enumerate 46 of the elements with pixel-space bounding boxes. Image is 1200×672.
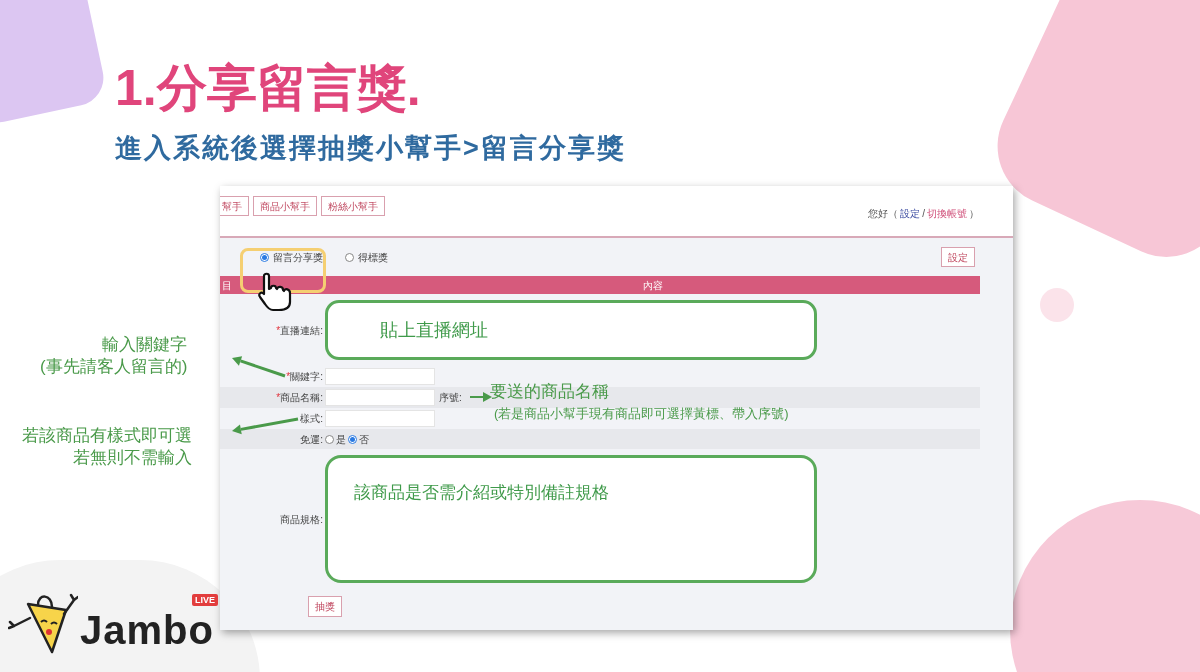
annotation-text: 若無則不需輸入 bbox=[73, 447, 192, 469]
separator-text: / bbox=[922, 207, 925, 221]
input-field[interactable] bbox=[325, 389, 435, 406]
radio-option[interactable]: 留言分享獎 bbox=[260, 249, 323, 265]
annotation-text: 輸入關鍵字 bbox=[102, 334, 188, 356]
annotation-text: 若該商品有樣式即可選 bbox=[22, 425, 192, 447]
nav-tab[interactable]: 幫手 bbox=[220, 196, 249, 216]
radio-button[interactable] bbox=[345, 252, 354, 262]
note-area: 該商品是否需介紹或特別備註規格 bbox=[325, 455, 817, 583]
note-box: 貼上直播網址 bbox=[325, 300, 817, 360]
switch-account-link[interactable]: 切換帳號 bbox=[927, 206, 967, 221]
field-label: *關鍵字: bbox=[285, 370, 324, 384]
logo-wordmark: Jambo bbox=[80, 608, 214, 652]
input-field[interactable] bbox=[325, 368, 435, 385]
radio-button[interactable] bbox=[348, 434, 357, 444]
live-badge: LIVE bbox=[191, 594, 218, 606]
annotation-text: (若是商品小幫手現有商品即可選擇黃標、帶入序號) bbox=[493, 405, 789, 423]
background-shape bbox=[1040, 288, 1074, 322]
radio-option[interactable]: 是 bbox=[325, 431, 346, 447]
radio-button[interactable] bbox=[260, 252, 269, 262]
nav-tab[interactable]: 粉絲小幫手 bbox=[321, 196, 385, 216]
input-field[interactable] bbox=[325, 410, 435, 427]
slide-subtitle: 進入系統後選擇抽獎小幫手>留言分享獎 bbox=[115, 132, 626, 164]
greeting-text: 您好（ bbox=[868, 207, 899, 221]
greeting-text: ） bbox=[969, 207, 979, 221]
annotation-text: (事先請客人留言的) bbox=[40, 356, 188, 378]
slide-title: 1.分享留言獎. bbox=[115, 59, 421, 118]
annotation-text: 要送的商品名稱 bbox=[490, 381, 609, 403]
settings-button[interactable]: 設定 bbox=[941, 247, 975, 267]
column-header: 目 bbox=[221, 278, 233, 293]
radio-option[interactable]: 否 bbox=[348, 431, 369, 447]
radio-option[interactable]: 得標獎 bbox=[345, 249, 388, 265]
settings-link[interactable]: 設定 bbox=[900, 206, 921, 221]
column-header: 內容 bbox=[641, 278, 664, 293]
arrow bbox=[232, 356, 286, 378]
draw-button[interactable]: 抽獎 bbox=[308, 596, 342, 617]
field-label: 樣式: bbox=[299, 412, 324, 426]
field-label: *商品名稱: bbox=[275, 391, 324, 405]
arrow bbox=[232, 417, 299, 435]
nav-tab[interactable]: 商品小幫手 bbox=[253, 196, 317, 216]
arrow bbox=[469, 392, 492, 402]
radio-button[interactable] bbox=[325, 434, 334, 444]
field-label: 序號: bbox=[439, 391, 462, 405]
field-label: 免運: bbox=[299, 432, 324, 447]
field-label: 商品規格: bbox=[279, 512, 324, 527]
field-label: *直播連結: bbox=[275, 323, 324, 338]
